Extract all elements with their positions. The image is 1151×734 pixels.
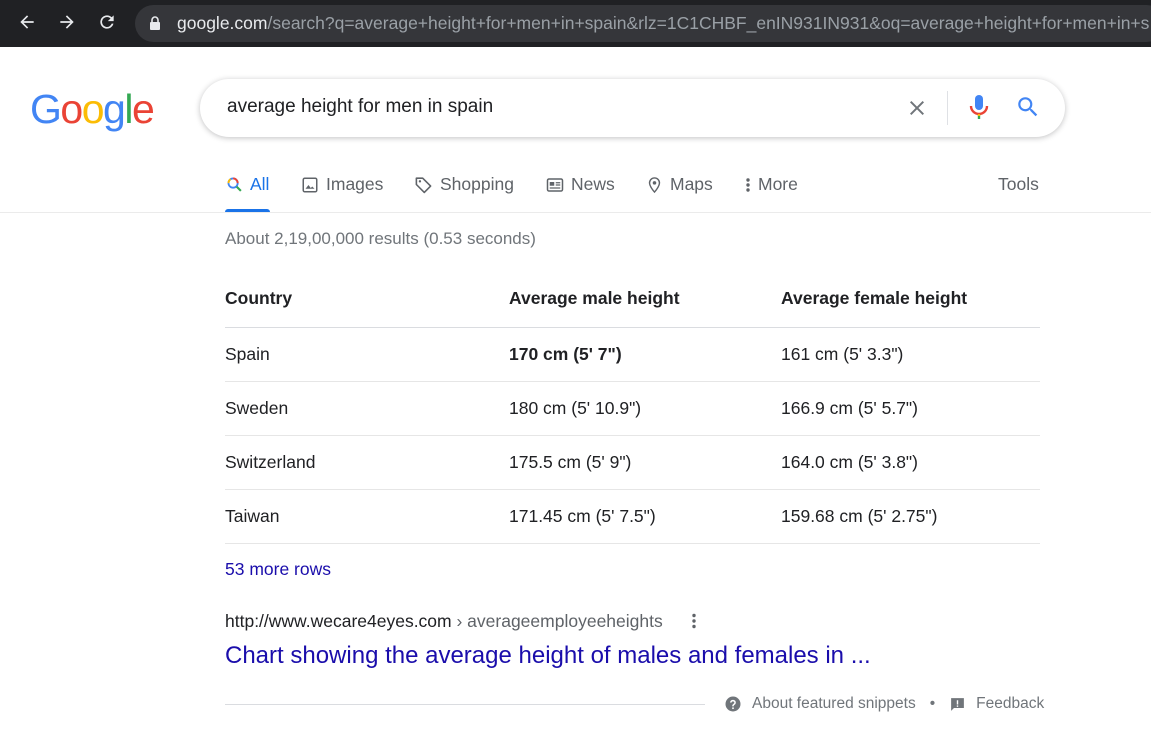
back-button[interactable] — [16, 11, 38, 33]
tab-shopping-label: Shopping — [440, 174, 514, 194]
logo-letter: G — [30, 86, 62, 132]
table-row: Taiwan 171.45 cm (5' 7.5") 159.68 cm (5'… — [225, 489, 1040, 544]
tab-maps[interactable]: Maps — [646, 174, 713, 195]
news-icon — [546, 177, 564, 192]
result-url-path: › averageemployeeheights — [451, 611, 663, 631]
help-icon — [725, 696, 741, 712]
result-title-link[interactable]: Chart showing the average height of male… — [225, 642, 871, 670]
tools-button[interactable]: Tools — [998, 174, 1039, 195]
result-options-button[interactable] — [684, 611, 704, 631]
table-row: Spain 170 cm (5' 7") 161 cm (5' 3.3") — [225, 327, 1040, 382]
table-cell: 166.9 cm (5' 5.7") — [781, 381, 1040, 436]
image-icon — [302, 177, 318, 192]
google-logo[interactable]: Google — [30, 86, 155, 133]
search-divider — [947, 91, 948, 125]
search-input[interactable]: average height for men in spain — [227, 96, 493, 118]
close-icon — [910, 101, 924, 115]
table-cell: Spain — [225, 327, 509, 382]
arrow-left-icon — [20, 15, 34, 29]
table-cell: 164.0 cm (5' 3.8") — [781, 435, 1040, 490]
snippet-divider — [225, 704, 705, 705]
logo-letter: g — [103, 86, 126, 132]
lock-icon — [150, 16, 160, 30]
table-cell: Switzerland — [225, 435, 509, 490]
search-icon — [1018, 97, 1038, 117]
table-cell: 161 cm (5' 3.3") — [781, 327, 1040, 382]
table-row: Switzerland 175.5 cm (5' 9") 164.0 cm (5… — [225, 435, 1040, 490]
active-tab-indicator — [225, 209, 270, 212]
footer-separator: • — [929, 695, 936, 712]
map-pin-icon — [648, 176, 661, 193]
microphone-icon — [969, 95, 989, 119]
about-featured-snippets-link[interactable]: About featured snippets — [752, 695, 916, 713]
tab-images-label: Images — [326, 174, 384, 194]
table-cell: 159.68 cm (5' 2.75") — [781, 489, 1040, 544]
result-url[interactable]: http://www.wecare4eyes.com › averageempl… — [225, 611, 663, 632]
table-cell: 170 cm (5' 7") — [509, 327, 781, 382]
logo-letter: l — [124, 86, 133, 132]
logo-letter: o — [81, 86, 105, 132]
tab-news-label: News — [571, 174, 615, 194]
reload-button[interactable] — [96, 11, 118, 33]
voice-search-button[interactable] — [968, 93, 990, 128]
address-bar[interactable]: google.com/search?q=average+height+for+m… — [135, 5, 1151, 42]
feedback-link[interactable]: Feedback — [976, 695, 1044, 713]
tag-icon — [415, 177, 432, 194]
tab-all-label: All — [250, 174, 270, 194]
result-url-host: http://www.wecare4eyes.com — [225, 611, 452, 631]
tab-more-label: More — [758, 174, 798, 194]
table-cell: 180 cm (5' 10.9") — [509, 381, 781, 436]
table-cell: Sweden — [225, 381, 509, 436]
table-cell: Taiwan — [225, 489, 509, 544]
url-text: google.com/search?q=average+height+for+m… — [177, 13, 1150, 33]
column-header-female: Average female height — [781, 270, 1040, 328]
table-cell: 175.5 cm (5' 9") — [509, 435, 781, 490]
arrow-right-icon — [60, 15, 74, 29]
more-rows-link[interactable]: 53 more rows — [225, 559, 331, 580]
browser-toolbar: google.com/search?q=average+height+for+m… — [0, 0, 1151, 47]
clear-button[interactable] — [905, 96, 929, 125]
featured-snippet-table: Country Average male height Average fema… — [225, 270, 1040, 544]
column-header-male: Average male height — [509, 270, 781, 328]
search-icon — [227, 177, 242, 192]
tab-images[interactable]: Images — [301, 174, 383, 195]
table-cell: 171.45 cm (5' 7.5") — [509, 489, 781, 544]
column-header-country: Country — [225, 270, 509, 328]
more-vert-icon — [692, 613, 696, 629]
search-box[interactable]: average height for men in spain — [200, 79, 1065, 137]
tab-more[interactable]: More — [744, 174, 798, 195]
snippet-footer: About featured snippets • Feedback — [724, 695, 1044, 713]
tab-shopping[interactable]: Shopping — [414, 174, 514, 195]
tab-news[interactable]: News — [546, 174, 615, 195]
more-vert-icon — [746, 177, 750, 192]
tab-maps-label: Maps — [670, 174, 713, 194]
reload-icon — [100, 15, 114, 29]
tab-all[interactable]: All — [226, 174, 269, 195]
table-row: Sweden 180 cm (5' 10.9") 166.9 cm (5' 5.… — [225, 381, 1040, 436]
logo-letter: o — [60, 86, 83, 132]
forward-button[interactable] — [56, 11, 78, 33]
logo-letter: e — [131, 86, 155, 132]
search-tabs: All Images Shopping News Maps More Tools — [0, 160, 1151, 213]
feedback-icon — [951, 697, 965, 711]
result-stats: About 2,19,00,000 results (0.53 seconds) — [225, 229, 536, 248]
table-header-row: Country Average male height Average fema… — [225, 270, 1040, 328]
search-submit-button[interactable] — [1015, 94, 1041, 125]
